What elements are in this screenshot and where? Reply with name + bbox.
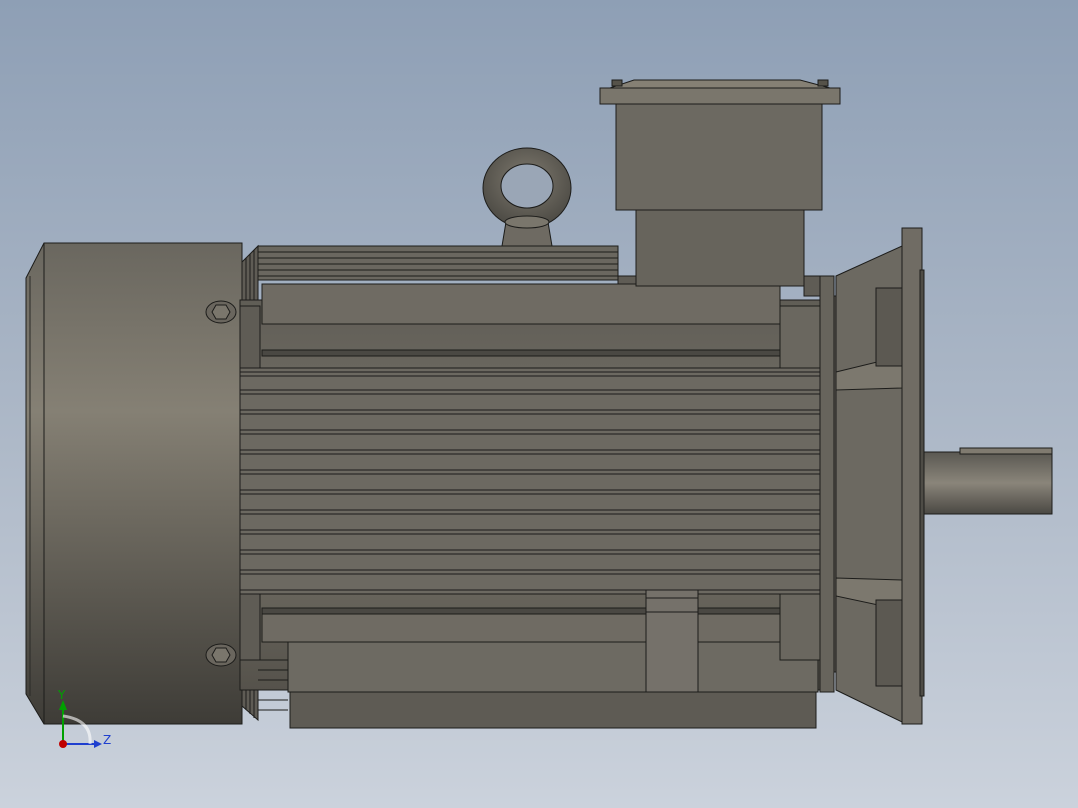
shaft-key xyxy=(959,447,1053,455)
graphics-viewport[interactable]: Y Z xyxy=(0,0,1078,808)
cover-bolt-bottom xyxy=(205,643,237,667)
x-axis-dot xyxy=(59,740,67,748)
motor-model[interactable] xyxy=(25,79,1053,729)
lower-plate xyxy=(261,613,781,643)
top-fin-pack xyxy=(257,245,619,281)
top-plate xyxy=(261,283,781,325)
y-axis-label: Y xyxy=(57,688,66,702)
mounting-flange[interactable] xyxy=(835,227,925,725)
lifting-eye[interactable] xyxy=(482,147,572,247)
mounting-foot[interactable] xyxy=(258,641,819,729)
bottom-rib xyxy=(645,589,699,693)
output-shaft[interactable] xyxy=(923,447,1053,515)
model-canvas[interactable]: Y Z xyxy=(0,0,1078,808)
cooling-fins xyxy=(239,367,823,595)
z-axis-label: Z xyxy=(103,733,111,747)
terminal-box[interactable] xyxy=(599,79,841,297)
z-axis-arrow xyxy=(94,740,102,748)
terminal-box-lid[interactable] xyxy=(599,87,841,105)
cover-bolt-top xyxy=(205,300,237,324)
